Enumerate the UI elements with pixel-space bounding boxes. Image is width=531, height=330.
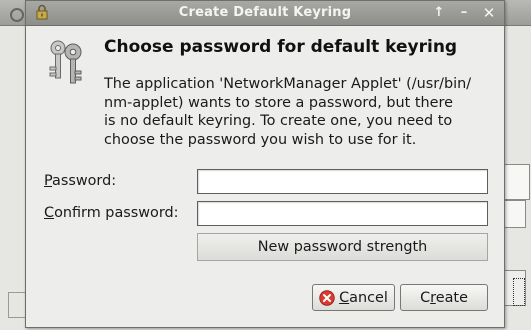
description-line: is no default keyring. To create one, yo… [104, 113, 453, 129]
cancel-label-rest: ancel [349, 289, 388, 306]
confirm-password-label: Confirm password: [44, 205, 178, 221]
keys-icon [49, 40, 82, 84]
description-line: choose the password you wish to use for … [104, 131, 417, 148]
password-label-text: assword: [52, 173, 117, 189]
minimize-button[interactable]: – [455, 4, 473, 22]
cancel-button[interactable]: Cancel [312, 284, 395, 311]
background-field [505, 200, 526, 228]
description-line: nm-applet) wants to store a password, bu… [104, 94, 453, 111]
dialog-description: The application 'NetworkManager Applet' … [104, 75, 499, 149]
close-button[interactable]: ✕ [480, 4, 498, 22]
password-strength-bar: New password strength [197, 233, 488, 261]
background-focus-frame [513, 278, 525, 306]
password-label: Password: [44, 173, 116, 189]
confirm-password-input[interactable] [197, 201, 488, 226]
create-label-rest: eate [435, 289, 468, 306]
background-field [505, 164, 530, 200]
dialog-heading: Choose password for default keyring [104, 37, 458, 57]
password-strength-label: New password strength [257, 239, 428, 255]
cancel-button-label: Cancel [339, 290, 388, 306]
create-keyring-dialog: Create Default Keyring ↑ – ✕ Choose pass… [25, 0, 505, 328]
roll-up-button[interactable]: ↑ [430, 4, 448, 22]
dialog-titlebar[interactable]: Create Default Keyring ↑ – ✕ [26, 1, 504, 26]
search-icon [10, 8, 24, 22]
cancel-icon [319, 289, 335, 306]
confirm-label-text: onfirm password: [54, 205, 179, 221]
create-button-label: Create [420, 290, 468, 306]
confirm-label-mnemonic: C [44, 205, 55, 221]
password-label-mnemonic: P [44, 173, 53, 189]
create-label-first: C [420, 289, 431, 306]
password-input[interactable] [197, 169, 488, 194]
cancel-mnemonic: C [339, 289, 350, 306]
create-button[interactable]: Create [400, 284, 488, 311]
description-line: The application 'NetworkManager Applet' … [104, 76, 472, 92]
